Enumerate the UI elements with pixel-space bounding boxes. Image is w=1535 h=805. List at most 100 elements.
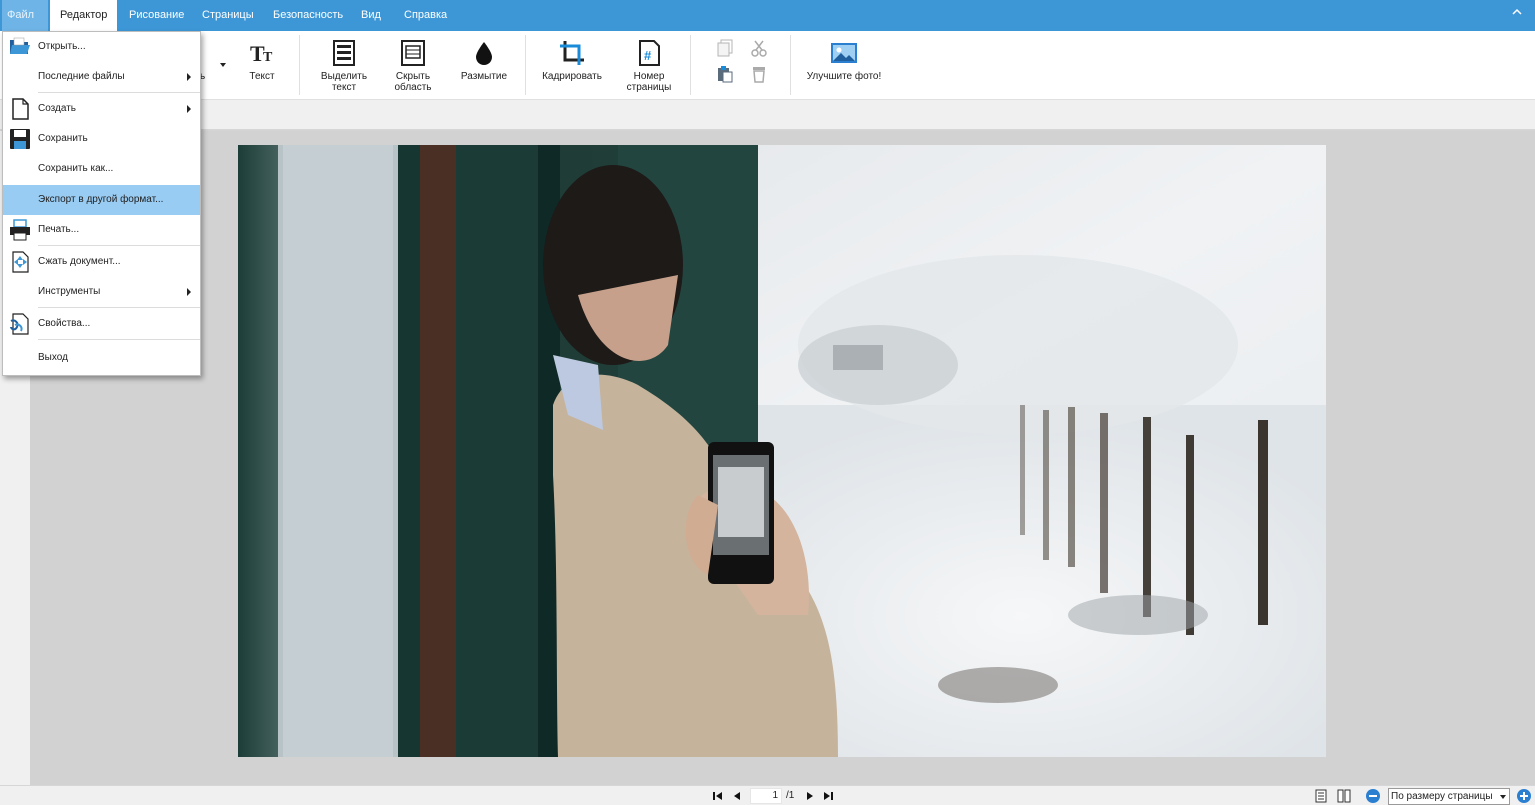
menu-item-exit[interactable]: Выход [3,343,200,373]
tab-label: Страницы [202,9,254,21]
hide-area-icon [399,39,427,67]
tab-label: Справка [404,9,448,21]
chevron-right-icon [187,105,191,113]
prev-page-icon[interactable] [731,790,743,802]
menu-item-label: Открыть... [38,41,86,52]
last-page-icon[interactable] [822,790,834,802]
menu-item-properties[interactable]: Свойства... [3,309,200,339]
menu-divider [38,245,200,246]
tab-pages[interactable]: Страницы [192,0,264,31]
secondary-toolbar [0,100,1535,130]
menu-item-compress[interactable]: Сжать документ... [3,247,200,277]
two-page-view-icon[interactable] [1337,789,1351,803]
enhance-photo-label: Улучшите фото! [806,71,882,82]
hide-area-button[interactable]: Скрыть область [388,39,438,93]
text-tool-label: Текст [249,71,275,82]
menu-item-label: Выход [38,352,68,363]
menu-item-print[interactable]: Печать... [3,215,200,245]
single-page-view-icon[interactable] [1315,789,1327,803]
file-menu-button[interactable]: Файл [2,0,48,49]
select-text-button[interactable]: Выделить текст [317,39,371,93]
crop-icon [558,39,586,67]
svg-text:#: # [644,48,652,63]
document-photo[interactable] [238,145,1326,757]
enhance-photo-button[interactable]: Улучшите фото! [805,39,883,82]
page-number-icon: # [635,39,663,67]
file-menu-label: Файл [7,9,35,21]
paste-icon[interactable] [716,65,734,83]
zoom-value: По размеру страницы [1391,791,1493,802]
svg-text:T: T [263,50,273,65]
tab-security[interactable]: Безопасность [263,0,353,31]
menu-item-label: Инструменты [38,286,101,297]
text-icon: TT [248,39,276,67]
menu-item-label: Сжать документ... [38,256,121,267]
tab-drawing[interactable]: Рисование [119,0,194,31]
chevron-right-icon [187,288,191,296]
menu-divider [38,339,200,340]
tab-label: Редактор [60,9,108,21]
menu-item-label: Свойства... [38,318,91,329]
menu-item-label: Сохранить как... [38,163,114,174]
page-number-button[interactable]: # Номер страницы [622,39,676,93]
page-number-label: Номер страницы [626,71,672,93]
menu-item-open[interactable]: Открыть... [3,32,200,62]
menu-item-label: Последние файлы [38,71,125,82]
zoom-in-icon[interactable] [1517,789,1531,803]
chevron-right-icon [187,73,191,81]
menu-item-label: Создать [38,103,77,114]
properties-icon [9,313,31,335]
tab-label: Рисование [129,9,185,21]
menu-divider [38,307,200,308]
menu-item-label: Экспорт в другой формат... [38,194,164,205]
tab-label: Вид [361,9,381,21]
save-icon [9,128,31,150]
delete-icon[interactable] [750,65,768,83]
divider [525,35,526,95]
select-text-icon [330,39,358,67]
blur-drop-icon [470,39,498,67]
tab-help[interactable]: Справка [394,0,457,31]
menu-divider [38,92,200,93]
compress-icon [9,251,31,273]
select-text-label: Выделить текст [320,71,368,93]
blur-button[interactable]: Размытие [458,39,510,82]
first-page-icon[interactable] [712,790,724,802]
page-total: /1 [786,790,795,801]
menu-item-label: Сохранить [38,133,88,144]
crop-button[interactable]: Кадрировать [538,39,606,82]
photo-icon [830,39,858,67]
chevron-down-icon[interactable] [220,63,226,67]
collapse-ribbon-icon[interactable] [1509,6,1525,22]
text-tool-button[interactable]: TT Текст [246,39,278,82]
menu-item-tools[interactable]: Инструменты [3,277,200,307]
status-bar: 1 /1 По размеру страницы [0,785,1535,805]
menu-bar: Файл Редактор Рисование Страницы Безопас… [0,0,1535,49]
page-number-input[interactable]: 1 [750,788,782,804]
divider [299,35,300,95]
menu-item-create[interactable]: Создать [3,94,200,124]
next-page-icon[interactable] [804,790,816,802]
tab-view[interactable]: Вид [351,0,391,31]
printer-icon [9,219,31,241]
ribbon-toolbar: сь TT Текст Выделить текст Скрыть област… [0,31,1535,100]
tab-label: Безопасность [273,9,344,21]
tab-editor[interactable]: Редактор [50,0,117,31]
blur-label: Размытие [460,71,508,82]
hide-area-label: Скрыть область [394,71,432,93]
cut-icon[interactable] [750,39,768,57]
menu-item-save[interactable]: Сохранить [3,124,200,154]
new-document-icon [9,98,31,120]
menu-item-label: Печать... [38,224,80,235]
menu-item-export[interactable]: Экспорт в другой формат... [3,185,200,215]
zoom-out-icon[interactable] [1366,789,1380,803]
file-menu-dropdown: Открыть... Последние файлы Создать Сохра… [2,31,201,376]
copy-icon[interactable] [716,39,734,57]
divider [690,35,691,95]
divider [790,35,791,95]
crop-label: Кадрировать [542,71,602,82]
menu-item-save-as[interactable]: Сохранить как... [3,154,200,184]
chevron-down-icon [1500,795,1506,799]
zoom-select[interactable]: По размеру страницы [1388,788,1510,805]
menu-item-recent-files[interactable]: Последние файлы [3,62,200,92]
